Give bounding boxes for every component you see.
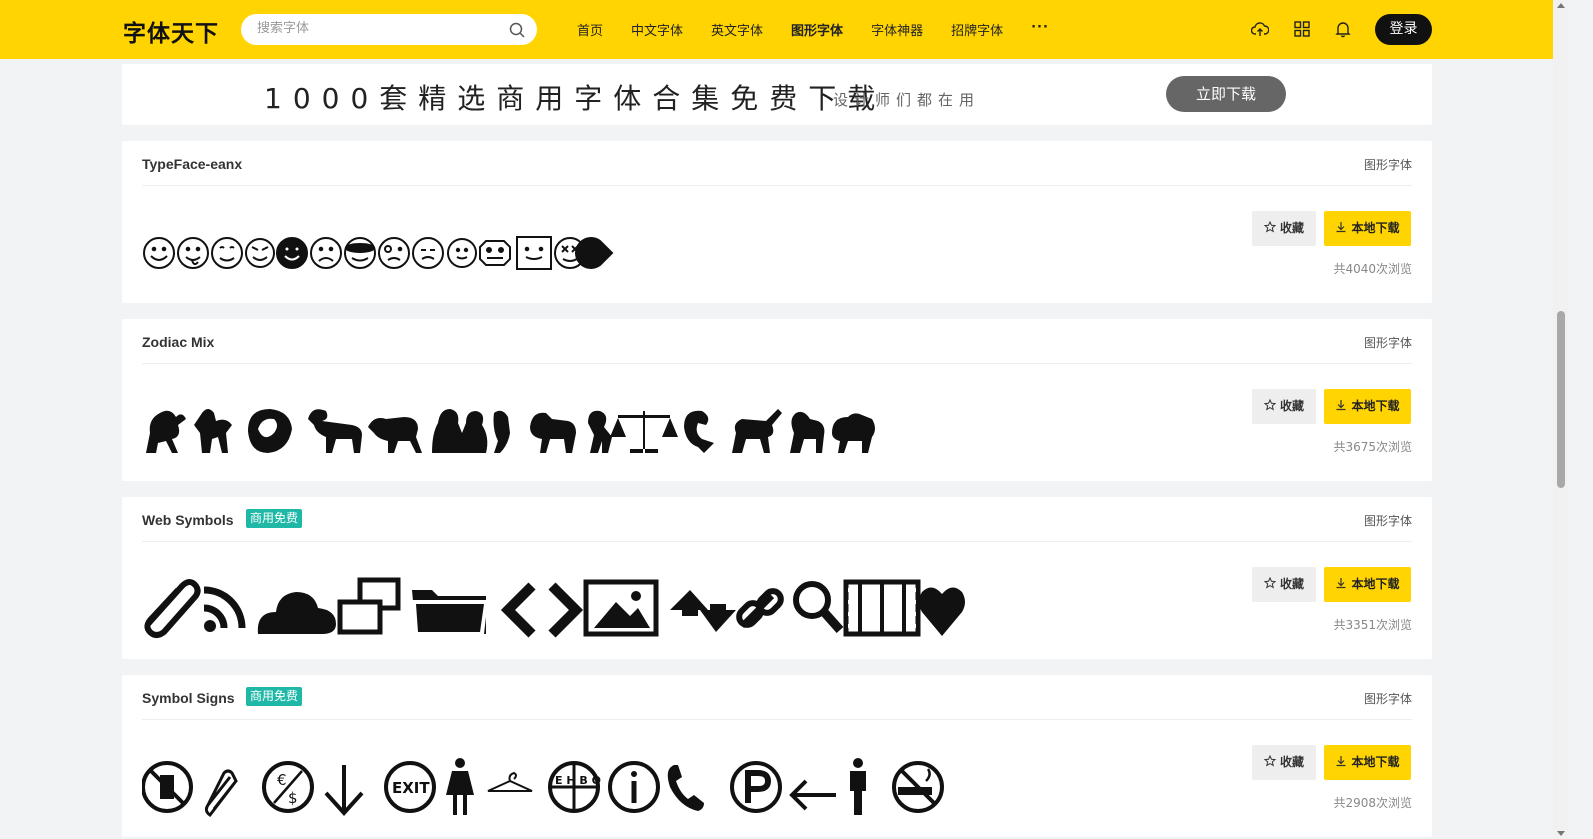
nav-signboard-fonts[interactable]: 招牌字体	[951, 20, 1003, 39]
nav-english-fonts[interactable]: 英文字体	[711, 20, 763, 39]
font-preview-image[interactable]	[142, 567, 972, 647]
search-box[interactable]	[241, 14, 537, 45]
divider	[142, 719, 1412, 720]
site-logo[interactable]: 字体天下	[123, 14, 219, 48]
upload-cloud-icon[interactable]	[1251, 20, 1269, 38]
font-preview-image[interactable]: € $ EXIT E H B O	[142, 747, 952, 827]
font-name[interactable]: Zodiac Mix	[142, 334, 214, 350]
favorite-button[interactable]: 收藏	[1252, 745, 1316, 780]
commercial-free-badge: 商用免费	[246, 687, 303, 706]
favorite-label: 收藏	[1279, 755, 1304, 769]
divider	[142, 185, 1412, 186]
view-count: 共4040次浏览	[1333, 262, 1412, 276]
download-label: 本地下载	[1351, 577, 1400, 591]
font-name[interactable]: Web Symbols	[142, 512, 234, 528]
font-name[interactable]: TypeFace-eanx	[142, 156, 242, 172]
font-card: Symbol Signs 商用免费 图形字体 € $ EXIT E H B O	[122, 675, 1432, 837]
favorite-button[interactable]: 收藏	[1252, 567, 1316, 602]
download-label: 本地下载	[1351, 399, 1400, 413]
svg-text:€: €	[277, 771, 287, 789]
promo-banner[interactable]: 1000套精选商用字体合集免费下载 设计师们都在用 立即下载	[122, 64, 1432, 125]
banner-subtext: 设计师们都在用	[833, 91, 981, 109]
font-preview-image[interactable]	[142, 213, 622, 293]
download-label: 本地下载	[1351, 221, 1400, 235]
local-download-button[interactable]: 本地下载	[1324, 211, 1411, 246]
bell-icon[interactable]	[1334, 20, 1352, 38]
font-category[interactable]: 图形字体	[1364, 512, 1412, 529]
font-card: Zodiac Mix 图形字体 收藏 本地下载 共3675次浏览	[122, 319, 1432, 481]
view-count: 共2908次浏览	[1333, 796, 1412, 810]
scroll-up-arrow-icon[interactable]	[1557, 3, 1565, 8]
nav-graphic-fonts[interactable]: 图形字体	[791, 20, 843, 39]
scrollbar-thumb[interactable]	[1557, 311, 1565, 488]
download-icon	[1336, 222, 1346, 233]
page-scrollbar[interactable]	[1553, 0, 1568, 839]
banner-headline: 1000套精选商用字体合集免费下载	[264, 82, 887, 115]
font-name[interactable]: Symbol Signs	[142, 690, 235, 706]
local-download-button[interactable]: 本地下载	[1324, 745, 1411, 780]
star-icon	[1263, 755, 1276, 767]
divider	[142, 363, 1412, 364]
nav-font-tools[interactable]: 字体神器	[871, 20, 923, 39]
ehbo-sign-text: E H B O	[555, 774, 601, 787]
scroll-down-arrow-icon[interactable]	[1557, 831, 1565, 836]
banner-download-button[interactable]: 立即下载	[1166, 76, 1286, 112]
view-count: 共3675次浏览	[1333, 440, 1412, 454]
download-icon	[1336, 578, 1346, 589]
font-card: TypeFace-eanx 图形字体 收藏 本地下载 共4040次浏览	[122, 141, 1432, 303]
nav-home[interactable]: 首页	[577, 20, 603, 39]
download-label: 本地下载	[1351, 755, 1400, 769]
search-icon[interactable]	[509, 22, 525, 38]
font-preview-image[interactable]	[142, 391, 882, 471]
nav-chinese-fonts[interactable]: 中文字体	[631, 20, 683, 39]
right-gutter	[1568, 0, 1593, 839]
local-download-button[interactable]: 本地下载	[1324, 389, 1411, 424]
login-button[interactable]: 登录	[1375, 14, 1432, 45]
star-icon	[1263, 221, 1276, 233]
star-icon	[1263, 399, 1276, 411]
top-header: 字体天下 首页 中文字体 英文字体 图形字体 字体神器 招牌字体 ··· 登录	[0, 0, 1593, 59]
exit-sign-text: EXIT	[392, 779, 430, 797]
favorite-label: 收藏	[1279, 399, 1304, 413]
favorite-button[interactable]: 收藏	[1252, 389, 1316, 424]
font-category[interactable]: 图形字体	[1364, 690, 1412, 707]
font-category[interactable]: 图形字体	[1364, 334, 1412, 351]
view-count: 共3351次浏览	[1333, 618, 1412, 632]
favorite-button[interactable]: 收藏	[1252, 211, 1316, 246]
star-icon	[1263, 577, 1276, 589]
favorite-label: 收藏	[1279, 577, 1304, 591]
divider	[142, 541, 1412, 542]
search-input[interactable]	[257, 21, 497, 36]
download-icon	[1336, 400, 1346, 411]
font-card: Web Symbols 商用免费 图形字体 收藏 本地下载 共3351次浏览	[122, 497, 1432, 659]
svg-text:$: $	[288, 789, 298, 807]
grid-icon[interactable]	[1293, 20, 1311, 38]
nav-more-icon[interactable]: ···	[1031, 20, 1049, 39]
local-download-button[interactable]: 本地下载	[1324, 567, 1411, 602]
favorite-label: 收藏	[1279, 221, 1304, 235]
font-category[interactable]: 图形字体	[1364, 156, 1412, 173]
commercial-free-badge: 商用免费	[246, 509, 303, 528]
download-icon	[1336, 756, 1346, 767]
main-nav: 首页 中文字体 英文字体 图形字体 字体神器 招牌字体 ···	[577, 20, 1077, 39]
